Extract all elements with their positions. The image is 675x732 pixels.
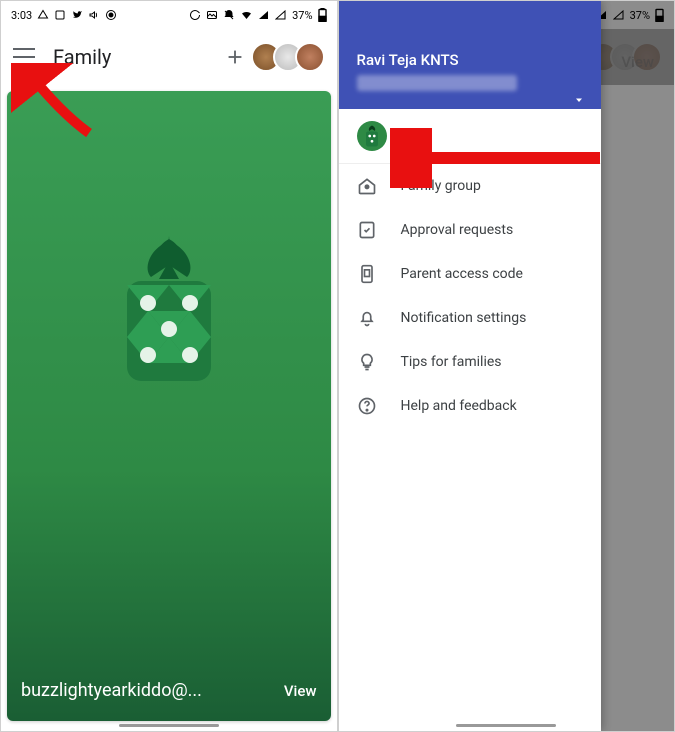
refresh-icon (189, 9, 201, 21)
battery-pct: 37% (292, 9, 312, 22)
nav-handle[interactable] (456, 724, 556, 727)
twitter-icon (71, 9, 83, 21)
child-card[interactable]: buzzlightyearkiddo@... View (7, 91, 331, 721)
hamburger-menu-icon[interactable] (13, 48, 35, 66)
drawer-item-label: Tips for families (401, 354, 502, 370)
app-bar: Family (1, 29, 337, 85)
pineapple-avatar-icon (357, 121, 387, 151)
drawer-user-email (357, 75, 517, 91)
drawer-item-label: Family group (401, 178, 481, 194)
drawer-item-label: Notification settings (401, 310, 527, 326)
drawer-header[interactable]: Ravi Teja KNTS (339, 1, 601, 109)
drawer-child-avatar[interactable] (339, 109, 601, 164)
drawer-item-parent-access-code[interactable]: Parent access code (339, 252, 601, 296)
child-email: buzzlightyearkiddo@... (21, 680, 202, 701)
cast-icon (105, 9, 117, 21)
battery-icon (318, 8, 327, 22)
add-button[interactable] (223, 45, 247, 69)
signal2-icon (275, 9, 287, 21)
drawer-item-label: Help and feedback (401, 398, 517, 414)
view-button[interactable]: View (284, 682, 317, 700)
wifi-icon (240, 9, 253, 21)
drawer-item-label: Parent access code (401, 266, 523, 282)
signal1-icon (258, 9, 270, 21)
sound-icon (88, 9, 100, 21)
drawer-user-name: Ravi Teja KNTS (357, 51, 583, 69)
photos-icon (54, 9, 66, 21)
drawer-item-family-group[interactable]: Family group (339, 164, 601, 208)
chevron-down-icon[interactable] (573, 91, 585, 110)
status-time: 3:03 (11, 9, 32, 22)
pineapple-avatar-icon (109, 231, 229, 395)
account-avatars[interactable] (259, 42, 325, 72)
nav-drawer: Ravi Teja KNTS Family group Approval req… (339, 1, 601, 731)
drawer-item-help[interactable]: Help and feedback (339, 384, 601, 428)
drawer-item-tips[interactable]: Tips for families (339, 340, 601, 384)
drawer-item-approval-requests[interactable]: Approval requests (339, 208, 601, 252)
dnd-icon (223, 9, 235, 21)
drawer-item-label: Approval requests (401, 222, 514, 238)
avatar (295, 42, 325, 72)
nav-handle[interactable] (119, 724, 219, 727)
page-title: Family (53, 45, 223, 69)
drive-icon (37, 9, 49, 21)
drawer-item-notification-settings[interactable]: Notification settings (339, 296, 601, 340)
status-bar: 3:03 37% (1, 1, 337, 29)
image-icon (206, 9, 218, 21)
